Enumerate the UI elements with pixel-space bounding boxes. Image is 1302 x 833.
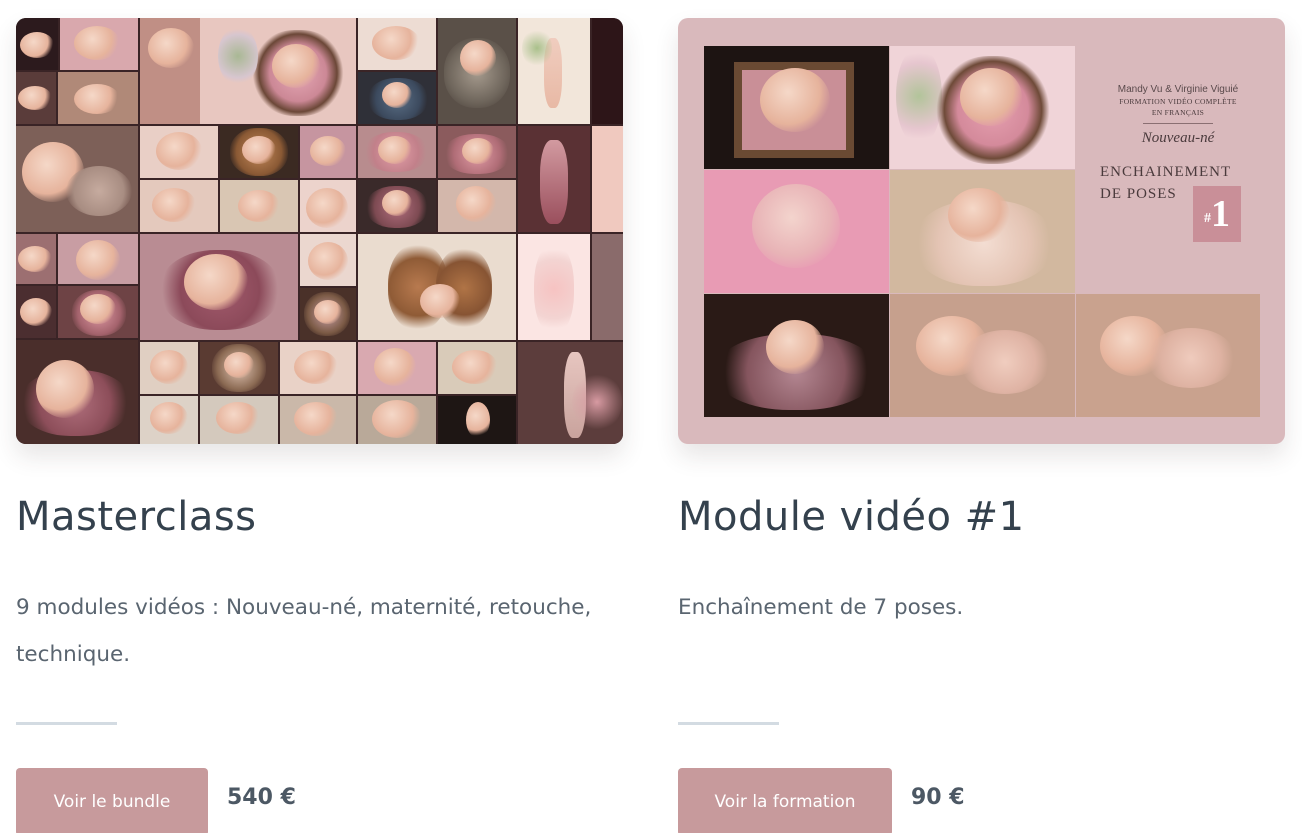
- collage-tile: [300, 234, 356, 286]
- cover-subtitle-line-1: FORMATION VIDÉO COMPLÈTE: [1119, 97, 1237, 106]
- masterclass-collage-image[interactable]: [16, 18, 623, 444]
- product-title: Masterclass: [16, 494, 257, 540]
- collage-tile: [140, 126, 218, 178]
- collage-tile: [140, 180, 218, 232]
- collage-tile: [358, 342, 436, 394]
- collage-tile: [16, 72, 56, 124]
- collage-tile: [300, 180, 356, 232]
- collage-tile: [280, 342, 356, 394]
- collage-tile: [592, 126, 623, 232]
- collage-tile: [16, 340, 138, 444]
- collage-tile: [300, 288, 356, 340]
- collage-tile: [140, 396, 198, 444]
- cover-rule: [1143, 123, 1213, 124]
- collage-tile: [200, 342, 278, 394]
- collage-tile: [16, 18, 58, 70]
- collage-tile: [220, 180, 298, 232]
- collage-tile: [16, 126, 138, 232]
- collage-tile: [358, 72, 436, 124]
- product-description: 9 modules vidéos : Nouveau-né, maternité…: [16, 595, 592, 667]
- collage-tile: [358, 180, 436, 232]
- collage-tile: [438, 342, 516, 394]
- collage-tile: [200, 396, 278, 444]
- cover-photo: [704, 46, 889, 169]
- divider: [678, 722, 779, 725]
- collage-tile: [438, 18, 516, 124]
- collage-tile: [592, 234, 623, 340]
- collage-tile: [58, 234, 138, 284]
- divider: [16, 722, 117, 725]
- module-cover: Mandy Vu & Virginie Viguié FORMATION VID…: [678, 18, 1285, 444]
- collage-tile: [140, 234, 298, 340]
- product-card-module-1: Mandy Vu & Virginie Viguié FORMATION VID…: [678, 18, 1285, 833]
- collage-tile: [518, 234, 590, 340]
- product-price: 90 €: [911, 785, 965, 810]
- cover-number-badge: #1: [1193, 186, 1241, 242]
- cover-photo: [890, 170, 1075, 293]
- cover-photo: [890, 46, 1075, 169]
- cover-photo: [890, 294, 1075, 417]
- collage-tile: [358, 18, 436, 70]
- collage-tile: [358, 396, 436, 444]
- cover-photo: [704, 294, 889, 417]
- photo-collage: [16, 18, 623, 444]
- product-card-masterclass: Masterclass 9 modules vidéos : Nouveau-n…: [16, 18, 623, 833]
- product-title: Module vidéo #1: [678, 494, 1025, 540]
- collage-tile: [280, 396, 356, 444]
- cover-photo: [1076, 294, 1260, 417]
- collage-tile: [438, 396, 516, 444]
- collage-tile: [518, 126, 590, 232]
- cover-photo: [704, 170, 889, 293]
- module-1-cover-image[interactable]: Mandy Vu & Virginie Viguié FORMATION VID…: [678, 18, 1285, 444]
- cover-text-block: Mandy Vu & Virginie Viguié FORMATION VID…: [1078, 84, 1278, 205]
- collage-tile: [140, 18, 356, 124]
- collage-tile: [140, 342, 198, 394]
- collage-tile: [300, 126, 356, 178]
- cover-title-line-1: ENCHAINEMENT: [1100, 164, 1232, 180]
- collage-tile: [58, 286, 138, 338]
- badge-hash: #: [1204, 211, 1211, 226]
- view-bundle-button[interactable]: Voir le bundle: [16, 768, 208, 833]
- collage-tile: [358, 234, 516, 340]
- collage-tile: [592, 18, 623, 124]
- cover-category: Nouveau-né: [1141, 130, 1215, 146]
- collage-tile: [58, 72, 138, 124]
- badge-number: 1: [1211, 193, 1230, 235]
- cover-subtitle-line-2: EN FRANÇAIS: [1151, 108, 1205, 117]
- collage-tile: [16, 234, 56, 284]
- cover-title-line-2: DE POSES: [1100, 186, 1177, 202]
- view-course-button[interactable]: Voir la formation: [678, 768, 892, 833]
- collage-tile: [518, 342, 623, 444]
- cover-authors: Mandy Vu & Virginie Viguié: [1117, 84, 1239, 95]
- collage-tile: [220, 126, 298, 178]
- collage-tile: [438, 180, 516, 232]
- collage-tile: [518, 18, 590, 124]
- product-price: 540 €: [227, 785, 296, 810]
- collage-tile: [438, 126, 516, 178]
- product-description: Enchaînement de 7 poses.: [678, 595, 964, 620]
- collage-tile: [358, 126, 436, 178]
- collage-tile: [16, 286, 56, 338]
- collage-tile: [60, 18, 138, 70]
